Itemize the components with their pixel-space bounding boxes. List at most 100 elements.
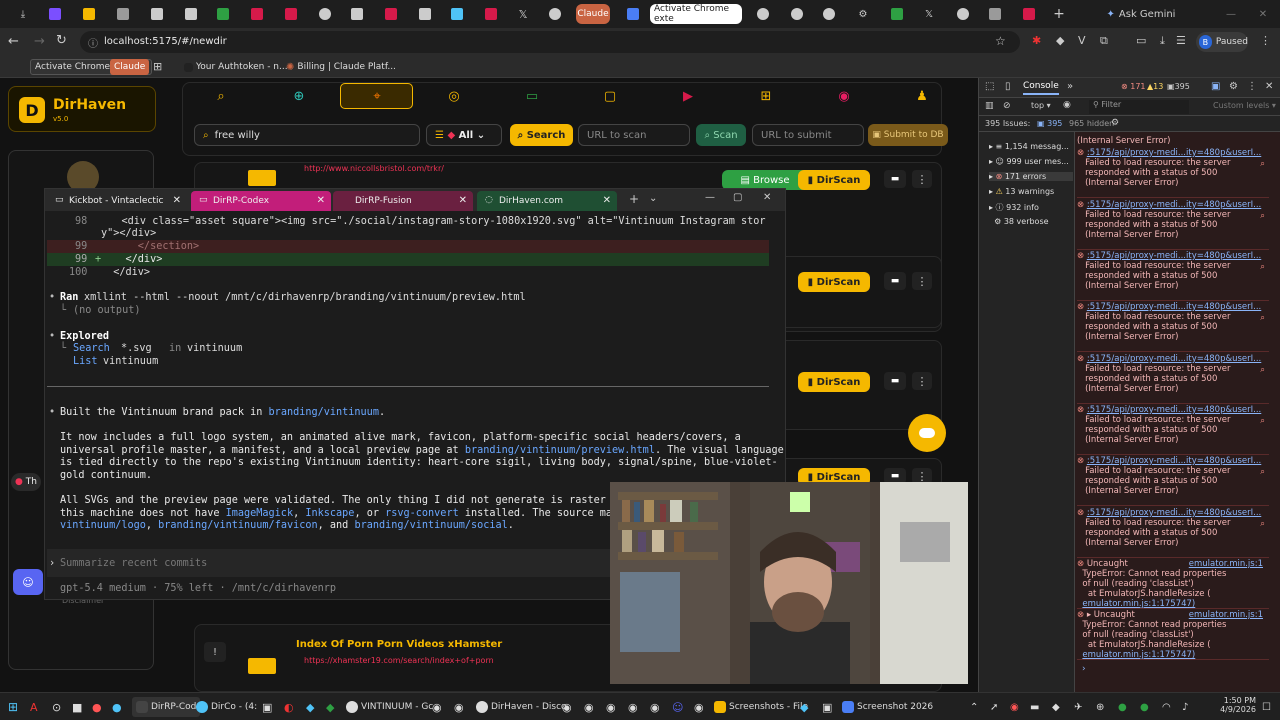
tab-13[interactable] xyxy=(442,4,472,24)
tab-6[interactable] xyxy=(208,4,238,24)
sidebar-item-info[interactable]: ▸ ⓘ 932 info xyxy=(989,202,1039,213)
tab-22[interactable] xyxy=(882,4,912,24)
chrome-icon[interactable]: ◉ xyxy=(694,697,704,717)
submit-url-input[interactable]: URL to submit xyxy=(752,124,864,146)
tray-icon[interactable]: ➚ xyxy=(990,697,998,717)
record-icon[interactable]: ◉ xyxy=(832,86,856,106)
bookmark-3[interactable]: ✺ Billing | Claude Platf... xyxy=(282,59,400,75)
sidebar-item-errors[interactable]: ▸ ⊗ 171 errors xyxy=(989,172,1073,181)
close-icon[interactable]: ✕ xyxy=(603,195,611,206)
ai-icon[interactable]: ▣ xyxy=(1211,81,1220,92)
video-icon[interactable]: ▶ xyxy=(676,86,700,106)
app-icon[interactable]: ■ xyxy=(72,697,82,717)
sidebar-toggle-icon[interactable]: ▥ xyxy=(985,101,994,111)
app-icon[interactable]: ◐ xyxy=(284,697,294,717)
close-window-button[interactable]: ✕ xyxy=(1248,4,1278,24)
close-icon[interactable]: ✕ xyxy=(173,195,181,206)
terminal-tab-1[interactable]: ▭ DirRP-Codex ✕ xyxy=(191,191,331,211)
result-url[interactable]: http://www.niccollsbristol.com/trkr/ xyxy=(304,164,444,173)
sidebar-th-chip[interactable]: ● Th xyxy=(11,473,41,491)
terminal-tab-3[interactable]: ◌ DirHaven.com ✕ xyxy=(477,191,617,211)
volume-icon[interactable]: ♪ xyxy=(1182,697,1188,717)
pin-icon[interactable]: ! xyxy=(204,642,226,662)
new-tab-button[interactable]: + xyxy=(1044,4,1074,24)
tab-7[interactable] xyxy=(242,4,272,24)
download-icon[interactable]: ⤓ xyxy=(1160,34,1165,48)
app-icon[interactable]: ◆ xyxy=(326,697,334,717)
tab-19[interactable] xyxy=(782,4,812,24)
extension-icon[interactable]: ✱ xyxy=(1032,34,1041,47)
console-prompt-icon[interactable]: › xyxy=(1082,664,1086,674)
app-icon[interactable]: ▣ xyxy=(822,697,832,717)
search-icon[interactable]: ⌕ xyxy=(1260,159,1265,169)
app-icon[interactable]: A xyxy=(30,697,38,717)
monitor-icon[interactable]: ▢ xyxy=(598,86,622,106)
result-url[interactable]: https://xhamster19.com/search/index+of+p… xyxy=(304,656,494,665)
tray-icon[interactable]: ● xyxy=(1140,697,1149,717)
reload-icon[interactable]: ↻ xyxy=(56,33,67,48)
tab-5[interactable] xyxy=(176,4,206,24)
tab-2[interactable] xyxy=(74,4,104,24)
windows-start-icon[interactable]: ⊞ xyxy=(8,697,18,717)
search-icon[interactable]: ⌕ xyxy=(1260,313,1265,323)
sidebar-item-messages[interactable]: ▸ ≡ 1,154 messag... xyxy=(989,142,1069,151)
chevron-down-icon[interactable]: ⌄ xyxy=(649,193,657,204)
dirscan-button[interactable]: ▮ DirScan xyxy=(798,170,870,190)
tab-console[interactable]: Console xyxy=(1023,81,1059,95)
chrome-icon[interactable]: ◉ xyxy=(454,697,464,717)
result-title[interactable]: Index Of Porn Porn Videos xHamster xyxy=(296,639,502,650)
chevron-up-icon[interactable]: ⌃ xyxy=(970,697,978,717)
globe-icon[interactable]: ⊕ xyxy=(287,86,311,106)
tab-23[interactable]: 𝕏 xyxy=(914,4,944,24)
ask-gemini-button[interactable]: ✦ Ask Gemini xyxy=(1104,4,1178,24)
terminal-tab-0[interactable]: ▭ Kickbot - Vintaclectic ✕ xyxy=(47,191,187,211)
apps-grid-icon[interactable]: ⊞ xyxy=(153,60,162,73)
maximize-icon[interactable]: ▢ xyxy=(733,192,742,203)
crosshair-icon[interactable]: ⌖ xyxy=(365,86,389,106)
inspect-icon[interactable]: ⬚ xyxy=(985,81,994,92)
more-vert-icon[interactable]: ⋮ xyxy=(1247,81,1257,92)
app-icon[interactable]: ▣ xyxy=(262,697,272,717)
extension-icon[interactable]: ◆ xyxy=(1056,34,1064,47)
tab-17[interactable] xyxy=(618,4,648,24)
notification-icon[interactable]: ☐ xyxy=(1262,697,1271,717)
user-icon[interactable]: ♟ xyxy=(910,86,934,106)
tab-3[interactable] xyxy=(108,4,138,24)
tab-downloads[interactable]: ⤓ xyxy=(8,4,38,24)
close-icon[interactable]: ✕ xyxy=(317,195,325,206)
tab-12[interactable] xyxy=(410,4,440,24)
tab-claude[interactable]: Claude xyxy=(576,4,610,24)
tab-20[interactable] xyxy=(814,4,844,24)
tray-icon[interactable]: ▬ xyxy=(1030,697,1039,717)
chrome-icon[interactable]: ◉ xyxy=(606,697,616,717)
comment-icon[interactable]: ▬ xyxy=(884,272,906,290)
url-text[interactable]: localhost:5175/#/newdir xyxy=(104,36,227,47)
dirscan-button[interactable]: ▮ DirScan xyxy=(798,272,870,292)
tab-1[interactable] xyxy=(40,4,70,24)
search-icon[interactable]: ⌕ xyxy=(1260,416,1265,426)
more-tabs-icon[interactable]: » xyxy=(1067,81,1073,92)
close-icon[interactable]: ✕ xyxy=(459,195,467,206)
search-icon[interactable]: ⌕ xyxy=(1260,262,1265,272)
target-icon[interactable]: ◎ xyxy=(442,86,466,106)
scan-url-input[interactable]: URL to scan xyxy=(578,124,690,146)
tab-10[interactable] xyxy=(342,4,372,24)
tab-4[interactable] xyxy=(142,4,172,24)
star-icon[interactable]: ☆ xyxy=(995,34,1006,48)
device-icon[interactable]: ▯ xyxy=(1005,81,1011,92)
bookmark-1[interactable]: Claude xyxy=(110,59,150,75)
extension-icon[interactable]: V xyxy=(1078,34,1086,47)
more-icon[interactable]: ⋮ xyxy=(912,372,932,390)
more-icon[interactable]: ⋮ xyxy=(912,170,932,188)
sidebar-item-user-messages[interactable]: ▸ ☺ 999 user mes... xyxy=(989,157,1069,166)
tab-15[interactable]: 𝕏 xyxy=(508,4,538,24)
search-icon[interactable]: ⌕ xyxy=(209,86,233,106)
prompt-input[interactable]: Summarize recent commits xyxy=(60,558,207,569)
chrome-icon[interactable]: ◉ xyxy=(562,697,572,717)
more-icon[interactable]: ⋮ xyxy=(912,272,932,290)
tab-25[interactable] xyxy=(980,4,1010,24)
new-tab-button[interactable]: + xyxy=(629,192,639,206)
browse-button[interactable]: ▤ Browse xyxy=(722,170,808,190)
sidebar-item-verbose[interactable]: ⚙ 38 verbose xyxy=(989,217,1048,226)
taskbar-item-5[interactable]: Screenshot 2026 xyxy=(842,697,933,717)
